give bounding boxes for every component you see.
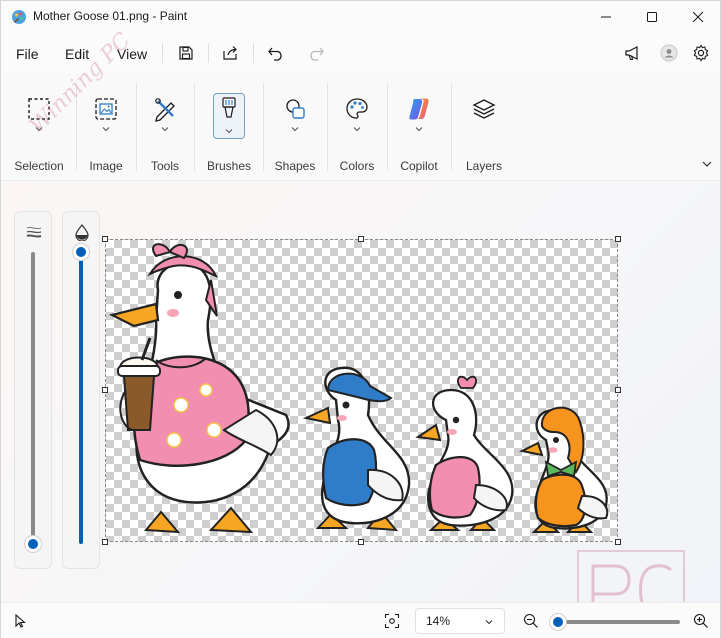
close-button[interactable] [675, 1, 721, 33]
group-colors[interactable]: Colors [329, 73, 385, 181]
resize-handle-left[interactable] [102, 387, 108, 393]
resize-handle-right[interactable] [615, 387, 621, 393]
chevron-down-icon [291, 127, 299, 132]
save-icon [179, 46, 193, 60]
settings-button[interactable] [688, 41, 714, 65]
group-shapes[interactable]: Shapes [265, 73, 325, 181]
brush-size-slider[interactable] [31, 252, 35, 544]
layers-icon [472, 99, 496, 119]
zoom-slider-thumb[interactable] [548, 613, 567, 631]
brush-selected-box[interactable] [213, 93, 245, 139]
group-label-colors: Colors [339, 159, 375, 173]
ribbon-divider [194, 83, 195, 171]
close-icon [692, 11, 704, 23]
ribbon-divider [387, 83, 388, 171]
group-label-brushes: Brushes [206, 159, 252, 173]
share-icon [223, 46, 237, 60]
redo-icon [310, 47, 324, 61]
ribbon-divider [263, 83, 264, 171]
menu-divider [208, 43, 209, 63]
orange-duckling [518, 406, 609, 533]
palette-icon [346, 98, 368, 119]
tools-icon [155, 98, 175, 122]
shapes-icon [286, 99, 305, 119]
group-label-shapes: Shapes [274, 159, 316, 173]
save-button[interactable] [173, 41, 199, 65]
undo-icon [268, 47, 282, 61]
mother-goose-artwork [108, 243, 609, 534]
group-label-tools: Tools [150, 159, 179, 173]
opacity-thumb[interactable] [72, 243, 90, 261]
status-bar: 14% [1, 602, 720, 638]
paint-window: Mother Goose 01.png - Paint File Edit Vi… [0, 0, 721, 638]
ribbon-toolbar: Selection Image Tools Brushes Shapes Col… [1, 73, 720, 181]
image-canvas[interactable] [105, 239, 618, 542]
resize-handle-bottom-right[interactable] [615, 539, 621, 545]
maximize-button[interactable] [629, 1, 675, 33]
blue-duckling [302, 366, 411, 532]
group-label-copilot: Copilot [400, 159, 438, 173]
chevron-down-icon [415, 127, 423, 132]
redo-button[interactable] [303, 41, 329, 65]
group-label-image: Image [89, 159, 123, 173]
group-tools[interactable]: Tools [138, 73, 192, 181]
avatar-icon [660, 44, 678, 62]
undo-button[interactable] [263, 41, 289, 65]
canvas-area[interactable] [1, 182, 720, 602]
resize-handle-top[interactable] [358, 236, 364, 242]
chevron-down-icon [485, 620, 493, 625]
chevron-down-icon [161, 127, 169, 132]
group-label-layers: Layers [465, 159, 503, 173]
ribbon-divider [327, 83, 328, 171]
image-icon [95, 98, 117, 120]
group-copilot[interactable]: Copilot [389, 73, 449, 181]
gear-icon [693, 44, 709, 62]
group-label-selection: Selection [14, 159, 64, 173]
menu-divider [162, 43, 163, 63]
mother-goose [108, 243, 290, 534]
zoom-out-icon[interactable] [523, 613, 539, 629]
fit-to-window-icon[interactable] [384, 613, 400, 629]
opacity-slider-panel [62, 211, 100, 569]
minimize-icon [601, 16, 611, 18]
stroke-size-icon [26, 227, 42, 238]
opacity-drop-icon [75, 224, 89, 241]
brush-icon [222, 97, 236, 118]
resize-handle-bottom-left[interactable] [102, 539, 108, 545]
menu-file[interactable]: File [14, 43, 41, 65]
resize-handle-top-right[interactable] [615, 236, 621, 242]
ribbon-divider [136, 83, 137, 171]
ribbon-expand-chevron-icon[interactable] [700, 157, 714, 171]
zoom-level-dropdown[interactable]: 14% [415, 608, 505, 634]
account-button[interactable] [656, 41, 682, 65]
title-bar: Mother Goose 01.png - Paint [1, 1, 720, 33]
share-button[interactable] [217, 41, 243, 65]
pink-duckling [415, 375, 514, 531]
chevron-down-icon [353, 127, 361, 132]
opacity-slider[interactable] [79, 252, 83, 544]
brush-size-thumb[interactable] [24, 535, 42, 553]
chevron-down-icon [225, 129, 233, 134]
copilot-icon [409, 98, 429, 120]
feedback-button[interactable] [620, 41, 646, 65]
paint-app-icon [12, 10, 26, 24]
window-title: Mother Goose 01.png - Paint [33, 9, 188, 23]
resize-handle-top-left[interactable] [102, 236, 108, 242]
brush-size-slider-panel [14, 211, 52, 569]
minimize-button[interactable] [583, 1, 629, 33]
zoom-in-icon[interactable] [693, 613, 709, 629]
group-layers[interactable]: Layers [453, 73, 515, 181]
chevron-down-icon [102, 127, 110, 132]
ribbon-divider [451, 83, 452, 171]
zoom-slider[interactable] [555, 620, 680, 624]
menu-divider [253, 43, 254, 63]
maximize-icon [647, 12, 657, 22]
zoom-level-value: 14% [426, 614, 451, 628]
group-brushes[interactable]: Brushes [196, 73, 262, 181]
cursor-pointer-icon [15, 614, 26, 628]
resize-handle-bottom[interactable] [358, 539, 364, 545]
megaphone-icon [625, 46, 638, 61]
